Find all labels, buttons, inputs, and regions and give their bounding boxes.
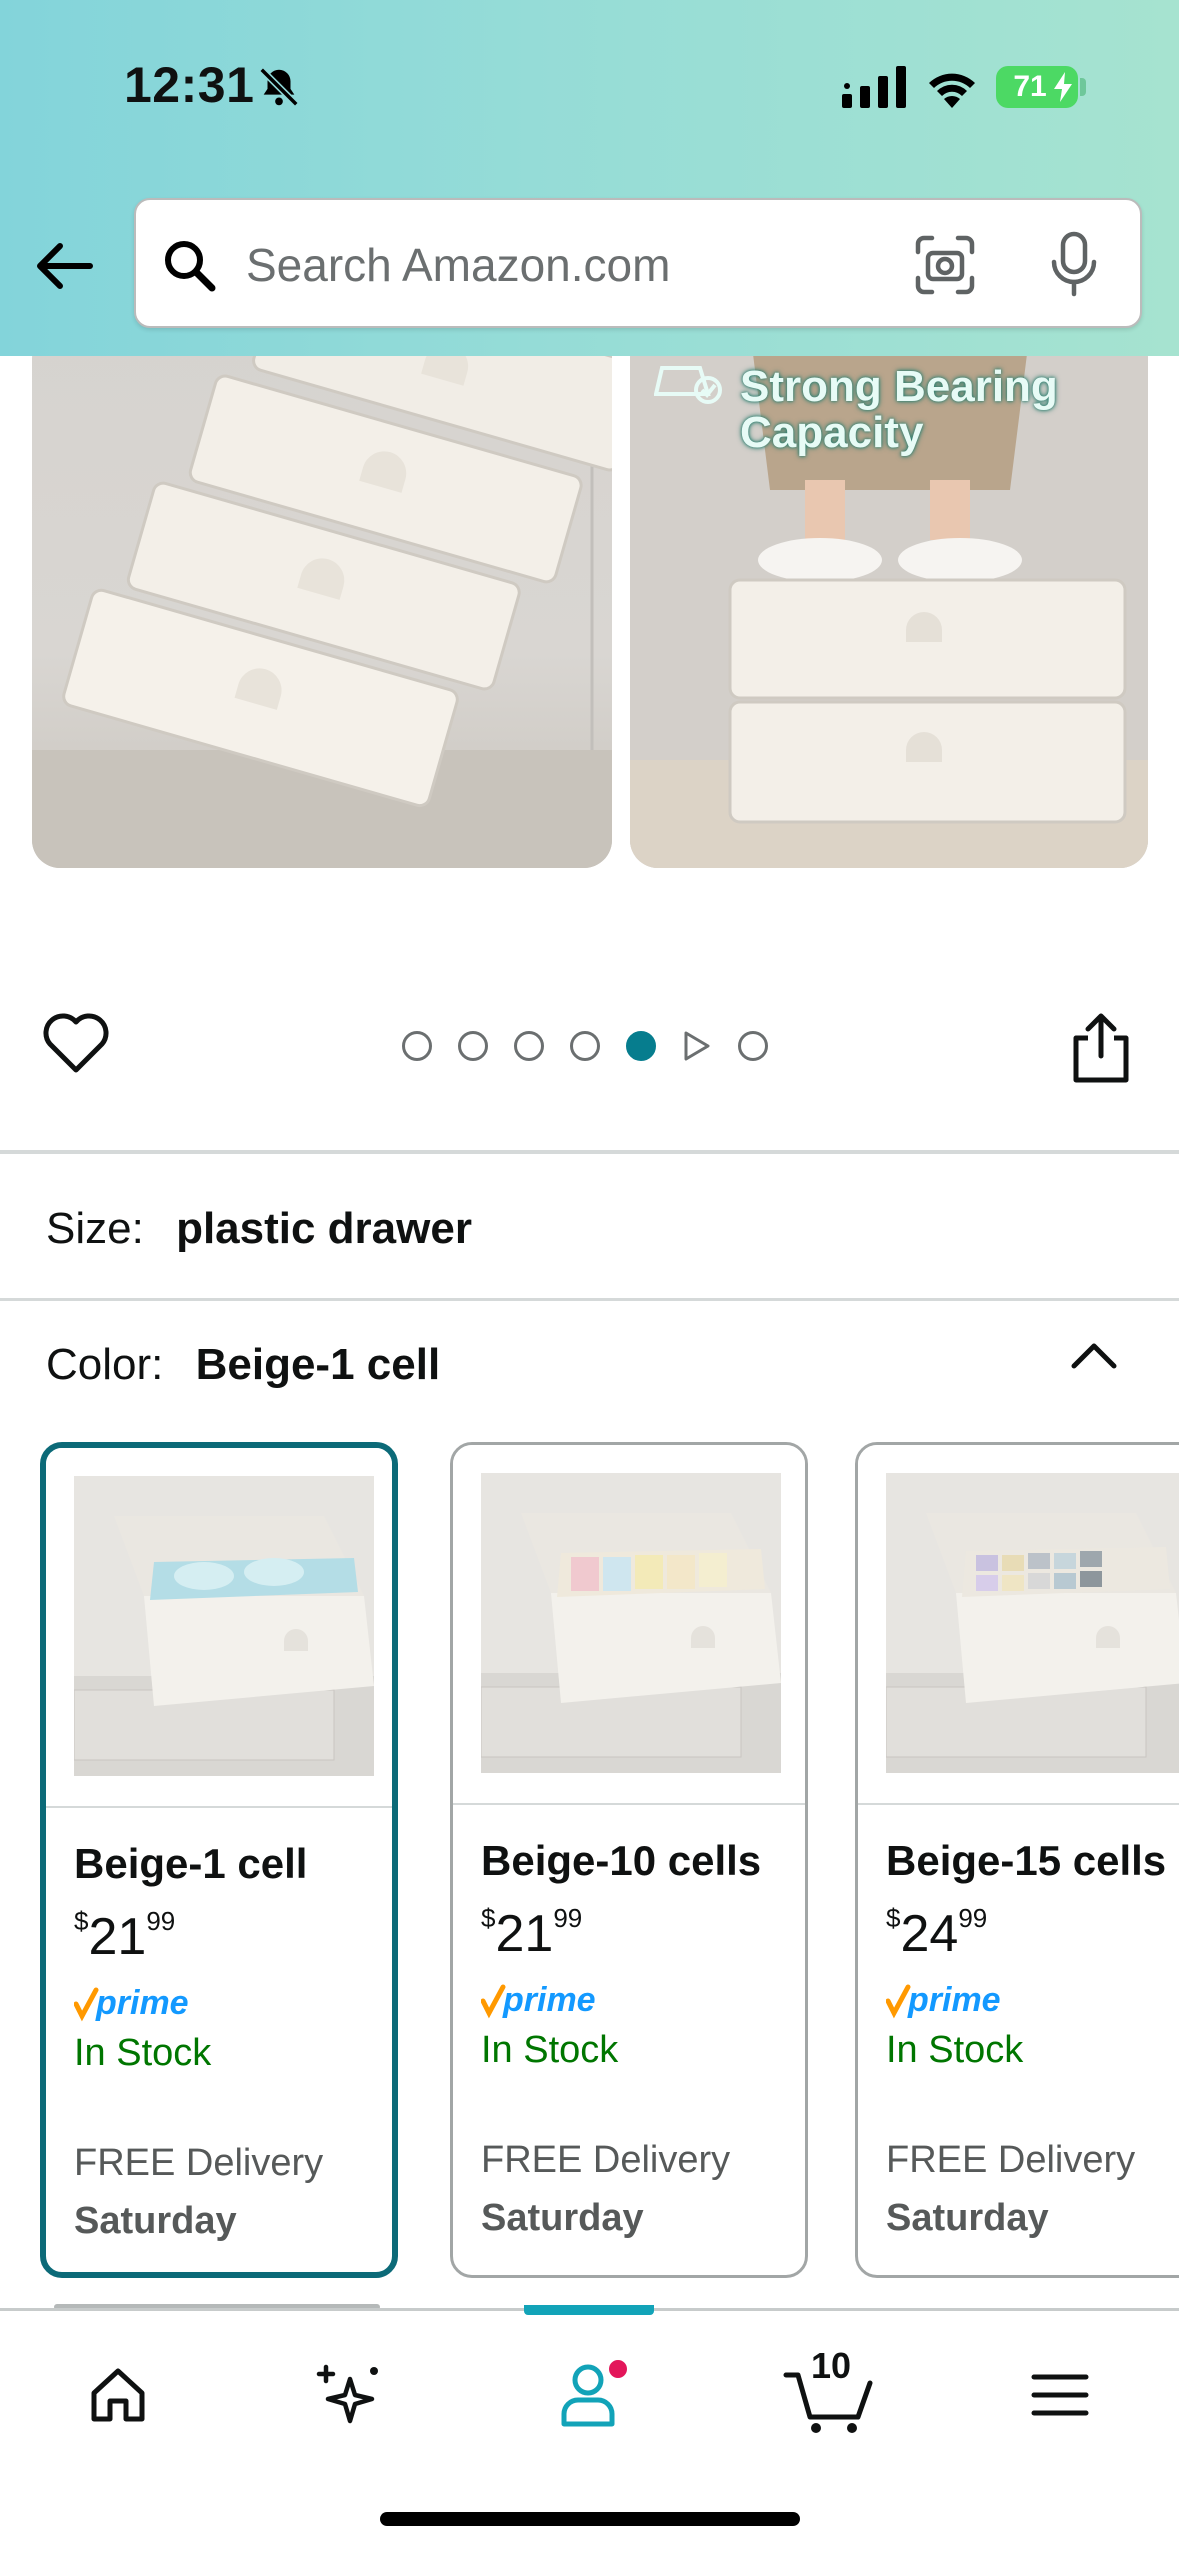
color-selector[interactable]: Color: Beige-1 cell (46, 1340, 440, 1390)
search-input[interactable] (246, 224, 1006, 306)
price-cents: 99 (553, 1903, 583, 1933)
nav-ai-assistant[interactable] (310, 2355, 390, 2435)
nav-menu[interactable] (1020, 2355, 1100, 2435)
color-option-card[interactable]: Beige-15 cells $2499 prime In Stock FREE… (855, 1442, 1179, 2278)
stock-status: In Stock (481, 2029, 619, 2071)
stock-status: In Stock (886, 2029, 1024, 2071)
prime-text: prime (907, 1981, 1001, 2019)
prime-badge: prime (886, 1981, 1001, 2019)
wifi-icon (929, 73, 975, 108)
delivery-text: FREE Delivery (886, 2139, 1136, 2181)
color-value: Beige-1 cell (195, 1340, 441, 1389)
pagination-dot[interactable] (570, 1031, 600, 1061)
chevron-up-icon[interactable] (1068, 1334, 1120, 1374)
pagination-dot[interactable] (738, 1031, 768, 1061)
nav-home[interactable] (78, 2355, 158, 2435)
color-option-image (74, 1476, 374, 1776)
pagination-dot[interactable] (514, 1031, 544, 1061)
microphone-icon[interactable] (1046, 230, 1102, 300)
prime-badge: prime (74, 1984, 189, 2022)
battery-cap (1080, 78, 1086, 96)
share-icon[interactable] (1070, 1010, 1132, 1086)
battery-level: 71 (1013, 70, 1047, 103)
delivery-day: Saturday (74, 2200, 237, 2242)
heart-icon[interactable] (40, 1008, 112, 1080)
color-option-card-selected[interactable]: Beige-1 cell $2199 prime In Stock FREE D… (40, 1442, 398, 2278)
prime-text: prime (95, 1984, 189, 2022)
color-option-image-frame (453, 1445, 805, 1805)
delivery-day: Saturday (886, 2197, 1049, 2239)
image-caption: Strong Bearing Capacity (740, 362, 1058, 457)
delivery-text: FREE Delivery (481, 2139, 731, 2181)
price-cents: 99 (958, 1903, 988, 1933)
color-label: Color: (46, 1340, 164, 1389)
pagination-dot[interactable] (402, 1031, 432, 1061)
color-option-name: Beige-10 cells (481, 1837, 762, 1884)
price-whole: 21 (88, 1908, 147, 1966)
pagination-dot-active[interactable] (626, 1031, 656, 1061)
price-currency: $ (74, 1906, 89, 1936)
section-divider (0, 1298, 1179, 1301)
bell-slash-icon (259, 67, 299, 107)
ai-sparkle-icon (316, 2364, 378, 2424)
tilted-drawers-illustration (32, 330, 612, 868)
delivery-day: Saturday (481, 2197, 644, 2239)
stock-status: In Stock (74, 2032, 212, 2074)
arrow-left-icon[interactable] (30, 232, 98, 300)
color-option-image-frame (46, 1448, 392, 1808)
delivery-text: FREE Delivery (74, 2142, 324, 2184)
pagination-dot[interactable] (458, 1031, 488, 1061)
product-image-tilted-drawers[interactable] (32, 330, 612, 868)
home-icon (91, 2368, 145, 2422)
app-header: 12:31 71 (0, 0, 1179, 356)
home-indicator (380, 2512, 800, 2526)
search-bar[interactable] (134, 198, 1142, 328)
notification-dot (606, 2357, 630, 2381)
color-option-name: Beige-1 cell (74, 1840, 308, 1887)
prime-text: prime (502, 1981, 596, 2019)
status-time: 12:31 (124, 57, 255, 113)
weight-scale-icon (654, 366, 722, 404)
product-image-bearing-capacity[interactable]: Strong Bearing Capacity (630, 330, 1148, 868)
battery-charging-icon (1054, 72, 1072, 102)
camera-scan-icon[interactable] (914, 234, 976, 296)
color-option-card[interactable]: Beige-10 cells $2199 prime In Stock FREE… (450, 1442, 808, 2278)
menu-icon (1031, 2374, 1089, 2416)
image-pagination (402, 1030, 768, 1062)
color-option-image (886, 1473, 1179, 1773)
price-whole: 24 (900, 1905, 959, 1963)
cellular-signal-icon (842, 66, 906, 108)
battery-indicator: 71 (996, 66, 1078, 108)
color-option-image (481, 1473, 781, 1773)
cart-count-badge: 10 (810, 2345, 852, 2386)
color-option-price: $2199 (74, 1906, 175, 1967)
color-option-image-frame (858, 1445, 1179, 1805)
size-selector[interactable]: Size: plastic drawer (46, 1204, 472, 1254)
color-option-name: Beige-15 cells (886, 1837, 1167, 1884)
color-option-price: $2199 (481, 1903, 582, 1964)
color-option-price: $2499 (886, 1903, 987, 1964)
search-icon (165, 241, 216, 292)
price-cents: 99 (146, 1906, 176, 1936)
active-tab-indicator (524, 2305, 654, 2315)
size-value: plastic drawer (176, 1204, 472, 1253)
size-label: Size: (46, 1204, 144, 1253)
prime-badge: prime (481, 1981, 596, 2019)
price-whole: 21 (495, 1905, 554, 1963)
price-currency: $ (886, 1903, 901, 1933)
section-divider (0, 1150, 1179, 1154)
price-currency: $ (481, 1903, 496, 1933)
play-video-icon[interactable] (682, 1030, 712, 1062)
